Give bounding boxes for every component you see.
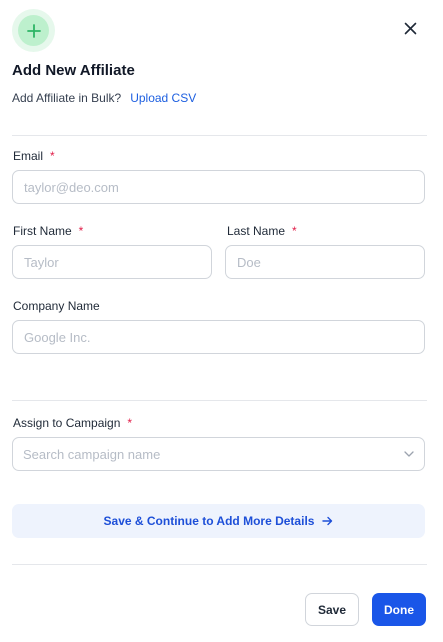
required-mark: * (50, 149, 55, 163)
first-name-label: First Name * (13, 224, 84, 238)
close-button[interactable] (400, 18, 420, 38)
divider (12, 564, 427, 565)
chevron-down-icon (404, 451, 414, 457)
upload-csv-link[interactable]: Upload CSV (130, 91, 196, 105)
campaign-select-placeholder: Search campaign name (23, 446, 161, 462)
save-continue-button[interactable]: Save & Continue to Add More Details (12, 504, 425, 538)
first-name-field[interactable] (12, 245, 212, 279)
email-label: Email * (13, 149, 55, 163)
divider (12, 400, 427, 401)
last-name-field[interactable] (225, 245, 425, 279)
bulk-upload-row: Add Affiliate in Bulk? Upload CSV (12, 91, 196, 105)
save-continue-label: Save & Continue to Add More Details (103, 514, 315, 528)
done-button[interactable]: Done (372, 593, 426, 626)
required-mark: * (78, 224, 84, 238)
divider (12, 135, 427, 136)
company-name-label: Company Name (13, 299, 100, 313)
campaign-label: Assign to Campaign * (13, 416, 133, 430)
bulk-upload-text: Add Affiliate in Bulk? (12, 91, 122, 105)
modal-title: Add New Affiliate (12, 62, 135, 79)
close-icon (404, 22, 416, 34)
required-mark: * (127, 416, 133, 430)
arrow-right-icon (322, 516, 333, 526)
required-mark: * (292, 224, 297, 238)
email-field[interactable] (12, 170, 425, 204)
campaign-select[interactable]: Search campaign name (12, 437, 425, 471)
save-button[interactable]: Save (305, 593, 359, 626)
plus-icon (18, 15, 49, 46)
company-name-field[interactable] (12, 320, 425, 354)
last-name-label: Last Name * (227, 224, 297, 238)
header-icon-badge (12, 9, 55, 52)
